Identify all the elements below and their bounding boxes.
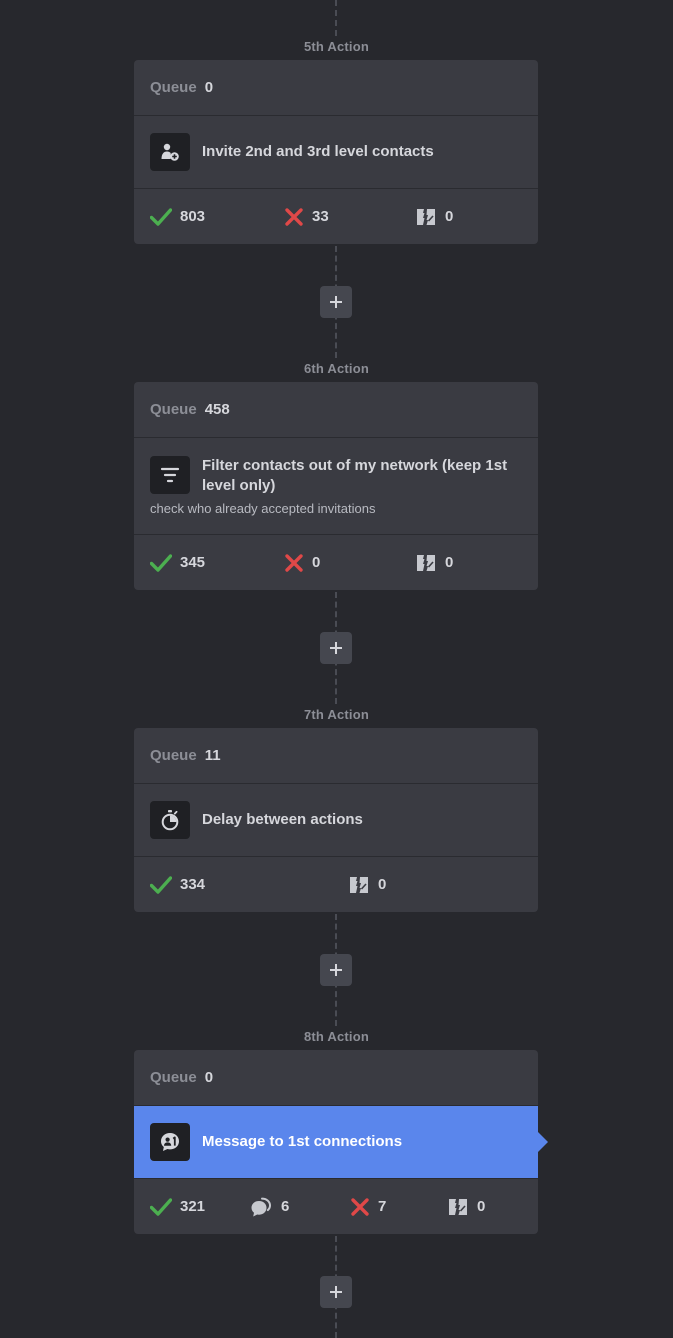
stats-row: 803 33 0 (134, 189, 538, 244)
action-title: Filter contacts out of my network (keep … (202, 457, 508, 494)
add-action-button[interactable] (320, 286, 352, 318)
action-title: Delay between actions (202, 811, 363, 828)
skipped-count: 0 (445, 554, 454, 571)
queue-row: Queue 0 (134, 60, 538, 116)
action-body-selected[interactable]: Message to 1st connections (134, 1106, 548, 1179)
skipped-stat: 0 (415, 189, 453, 244)
action-body[interactable]: Invite 2nd and 3rd level contacts (134, 116, 538, 189)
stats-row: 321 6 7 0 (134, 1179, 538, 1234)
check-icon (150, 207, 172, 226)
action-body[interactable]: Delay between actions (134, 784, 538, 857)
action-subtitle: check who already accepted invitations (150, 501, 376, 516)
queue-label: Queue (150, 401, 197, 418)
queue-count: 458 (204, 401, 230, 418)
action-card[interactable]: Queue 0 Message to 1st connections 321 6… (134, 1050, 548, 1234)
connector-line (335, 0, 337, 36)
action-body[interactable]: Filter contacts out of my network (keep … (134, 438, 538, 535)
queue-label: Queue (150, 79, 197, 96)
skipped-stat: 0 (447, 1179, 485, 1234)
add-action-button[interactable] (320, 954, 352, 986)
add-action-button[interactable] (320, 632, 352, 664)
skipped-stat: 0 (415, 535, 453, 590)
workflow-canvas: 5th Action Queue 0 Invite 2nd and 3rd le… (0, 0, 673, 1338)
success-stat: 345 (150, 535, 205, 590)
queue-row: Queue 11 (134, 728, 538, 784)
success-count: 334 (180, 876, 206, 893)
skipped-count: 0 (477, 1198, 486, 1215)
skip-icon (449, 1198, 467, 1215)
failed-stat: 33 (284, 189, 329, 244)
check-icon (150, 1197, 172, 1216)
queue-label: Queue (150, 1069, 197, 1086)
success-count: 345 (180, 554, 206, 571)
message-contact-icon (150, 1123, 190, 1161)
skip-icon (350, 876, 368, 893)
replied-count: 6 (281, 1198, 290, 1215)
failed-count: 7 (378, 1198, 387, 1215)
failed-stat: 0 (284, 535, 320, 590)
stats-row: 334 0 (134, 857, 538, 912)
success-stat: 321 (150, 1179, 205, 1234)
close-icon (351, 1197, 369, 1216)
stats-row: 345 0 0 (134, 535, 538, 590)
queue-count: 11 (204, 747, 221, 764)
step-label: 6th Action (303, 361, 370, 376)
queue-row: Queue 458 (134, 382, 538, 438)
action-title: Message to 1st connections (202, 1133, 403, 1150)
close-icon (285, 553, 303, 572)
skipped-count: 0 (378, 876, 387, 893)
reply-chat-icon (251, 1197, 272, 1216)
action-card[interactable]: Queue 11 Delay between actions 334 0 (134, 728, 538, 912)
failed-count: 0 (312, 554, 321, 571)
action-title: Invite 2nd and 3rd level contacts (202, 143, 434, 160)
queue-row: Queue 0 (134, 1050, 538, 1106)
add-user-icon (150, 133, 190, 171)
queue-count: 0 (204, 79, 214, 96)
success-count: 321 (180, 1198, 206, 1215)
check-icon (150, 553, 172, 572)
stopwatch-icon (150, 801, 190, 839)
skip-icon (417, 554, 435, 571)
step-label: 8th Action (303, 1029, 370, 1044)
plus-icon (330, 642, 342, 654)
plus-icon (330, 296, 342, 308)
plus-icon (330, 964, 342, 976)
close-icon (285, 207, 303, 226)
step-label: 5th Action (303, 39, 370, 54)
failed-stat: 7 (350, 1179, 386, 1234)
plus-icon (330, 1286, 342, 1298)
skip-icon (417, 208, 435, 225)
queue-label: Queue (150, 747, 197, 764)
filter-icon (150, 456, 190, 494)
failed-count: 33 (312, 208, 329, 225)
step-label: 7th Action (303, 707, 370, 722)
success-stat: 334 (150, 857, 205, 912)
skipped-count: 0 (445, 208, 454, 225)
success-count: 803 (180, 208, 206, 225)
add-action-button[interactable] (320, 1276, 352, 1308)
check-icon (150, 875, 172, 894)
action-card[interactable]: Queue 458 Filter contacts out of my netw… (134, 382, 538, 590)
replied-stat: 6 (249, 1179, 289, 1234)
queue-count: 0 (204, 1069, 214, 1086)
action-card[interactable]: Queue 0 Invite 2nd and 3rd level contact… (134, 60, 538, 244)
skipped-stat: 0 (348, 857, 386, 912)
success-stat: 803 (150, 189, 205, 244)
